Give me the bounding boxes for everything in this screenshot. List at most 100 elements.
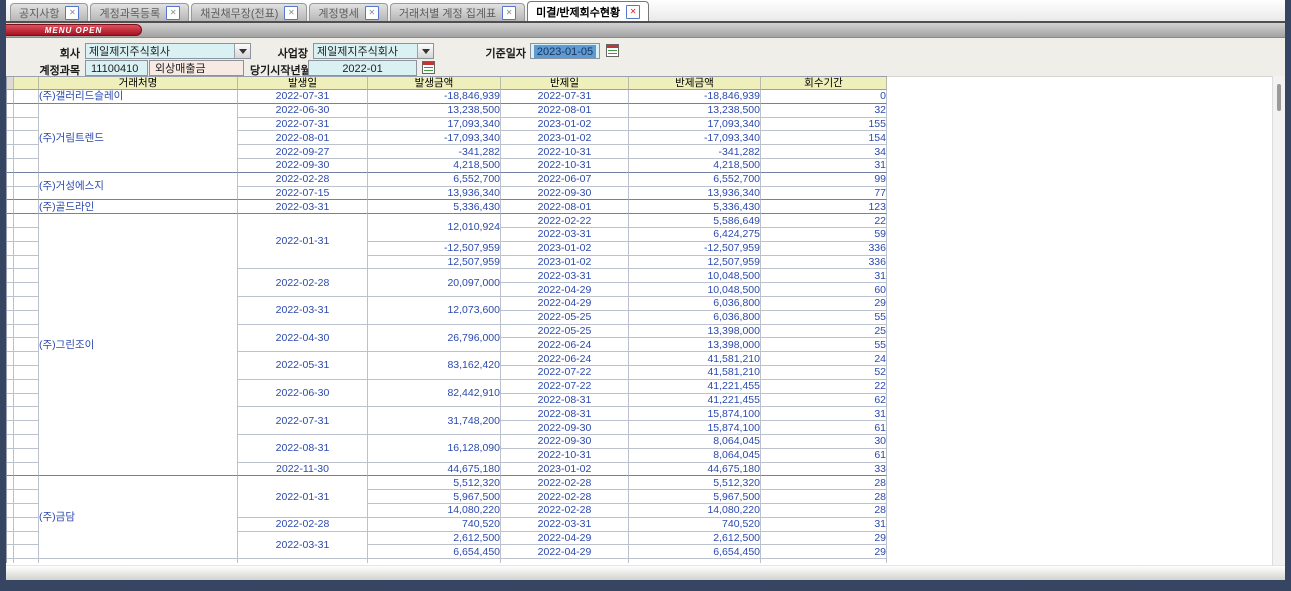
settlement-amount-cell[interactable]: 12,507,959 xyxy=(629,256,761,270)
issue-amount-cell[interactable]: 13,238,500 xyxy=(368,104,501,118)
settlement-amount-cell[interactable]: 5,512,320 xyxy=(629,476,761,490)
settlement-date-cell[interactable]: 2022-08-31 xyxy=(501,394,629,408)
row-gutter-cell[interactable] xyxy=(7,380,14,394)
row-select-cell[interactable] xyxy=(14,269,39,283)
settlement-date-cell[interactable]: 2022-04-29 xyxy=(501,297,629,311)
settlement-date-cell[interactable]: 2022-04-29 xyxy=(501,283,629,297)
row-gutter-cell[interactable] xyxy=(7,325,14,339)
customer-cell[interactable]: (주)골드라인 xyxy=(39,200,238,214)
row-gutter-cell[interactable] xyxy=(7,504,14,518)
collection-period-cell[interactable]: 154 xyxy=(761,131,887,145)
settlement-amount-cell[interactable]: 15,874,100 xyxy=(629,407,761,421)
collection-period-cell[interactable]: 52 xyxy=(761,366,887,380)
row-select-cell[interactable] xyxy=(14,559,39,563)
issue-amount-cell[interactable]: -18,846,939 xyxy=(368,90,501,104)
issue-date-cell[interactable]: 2022-07-31 xyxy=(238,90,368,104)
collection-period-cell[interactable]: 99 xyxy=(761,173,887,187)
row-gutter-cell[interactable] xyxy=(7,338,14,352)
issue-amount-cell[interactable]: 6,552,700 xyxy=(368,173,501,187)
tab-account-register[interactable]: 계정과목등록✕ xyxy=(90,3,189,21)
row-select-cell[interactable] xyxy=(14,104,39,118)
issue-date-cell[interactable]: 2022-04-30 xyxy=(238,325,368,353)
settlement-amount-cell[interactable]: 13,936,340 xyxy=(629,187,761,201)
collection-period-cell[interactable]: 55 xyxy=(761,311,887,325)
row-select-cell[interactable] xyxy=(14,159,39,173)
settlement-amount-cell[interactable]: 13,398,000 xyxy=(629,338,761,352)
row-gutter-cell[interactable] xyxy=(7,173,14,187)
row-select-cell[interactable] xyxy=(14,366,39,380)
row-select-cell[interactable] xyxy=(14,173,39,187)
issue-amount-cell[interactable]: 740,520 xyxy=(368,518,501,532)
row-select-cell[interactable] xyxy=(14,352,39,366)
collection-period-cell[interactable]: 61 xyxy=(761,421,887,435)
table-row[interactable] xyxy=(7,559,887,563)
settlement-amount-cell[interactable]: 6,654,450 xyxy=(629,545,761,559)
settlement-date-cell[interactable]: 2022-09-30 xyxy=(501,421,629,435)
issue-amount-cell[interactable]: -17,093,340 xyxy=(368,131,501,145)
collection-period-cell[interactable]: 0 xyxy=(761,90,887,104)
base-date-input[interactable]: 2023-01-05 xyxy=(530,43,600,59)
row-select-cell[interactable] xyxy=(14,407,39,421)
collection-period-cell[interactable]: 29 xyxy=(761,545,887,559)
collection-period-cell[interactable]: 31 xyxy=(761,407,887,421)
collection-period-cell[interactable]: 28 xyxy=(761,490,887,504)
settlement-date-cell[interactable]: 2022-07-31 xyxy=(501,90,629,104)
row-gutter-cell[interactable] xyxy=(7,407,14,421)
tab-ledger[interactable]: 채권채무장(전표)✕ xyxy=(191,3,307,21)
collection-period-cell[interactable]: 25 xyxy=(761,325,887,339)
settlement-amount-cell[interactable]: 41,581,210 xyxy=(629,366,761,380)
vertical-scrollbar-thumb[interactable] xyxy=(1277,84,1281,111)
issue-date-cell[interactable] xyxy=(238,559,368,563)
collection-period-cell[interactable]: 29 xyxy=(761,297,887,311)
tab-close-icon[interactable]: ✕ xyxy=(166,6,180,20)
issue-amount-cell[interactable]: 17,093,340 xyxy=(368,118,501,132)
table-row[interactable]: (주)갤러리드슬레이2022-07-31-18,846,9392022-07-3… xyxy=(7,90,887,104)
tab-close-icon[interactable]: ✕ xyxy=(284,6,298,20)
row-select-cell[interactable] xyxy=(14,214,39,228)
settlement-date-cell[interactable]: 2022-05-25 xyxy=(501,311,629,325)
settlement-date-cell[interactable]: 2023-01-02 xyxy=(501,242,629,256)
customer-cell[interactable]: (주)거림트렌드 xyxy=(39,104,238,173)
issue-date-cell[interactable]: 2022-03-31 xyxy=(238,532,368,560)
collection-period-cell[interactable]: 155 xyxy=(761,118,887,132)
row-gutter-cell[interactable] xyxy=(7,476,14,490)
row-gutter-cell[interactable] xyxy=(7,269,14,283)
collection-period-cell[interactable]: 31 xyxy=(761,269,887,283)
customer-cell[interactable]: (주)금담 xyxy=(39,476,238,559)
settlement-amount-cell[interactable]: 13,238,500 xyxy=(629,104,761,118)
settlement-date-cell[interactable]: 2022-03-31 xyxy=(501,269,629,283)
row-select-cell[interactable] xyxy=(14,421,39,435)
row-select-cell[interactable] xyxy=(14,504,39,518)
row-select-cell[interactable] xyxy=(14,187,39,201)
settlement-amount-cell[interactable]: 15,874,100 xyxy=(629,421,761,435)
settlement-amount-cell[interactable]: 10,048,500 xyxy=(629,283,761,297)
settlement-amount-cell[interactable]: -12,507,959 xyxy=(629,242,761,256)
row-select-cell[interactable] xyxy=(14,449,39,463)
issue-date-cell[interactable]: 2022-07-15 xyxy=(238,187,368,201)
settlement-date-cell[interactable]: 2022-04-29 xyxy=(501,532,629,546)
settlement-amount-cell[interactable]: 17,093,340 xyxy=(629,118,761,132)
row-gutter-cell[interactable] xyxy=(7,200,14,214)
issue-amount-cell[interactable]: 44,675,180 xyxy=(368,463,501,477)
issue-amount-cell[interactable]: 12,507,959 xyxy=(368,256,501,270)
row-select-cell[interactable] xyxy=(14,145,39,159)
settlement-amount-cell[interactable]: 4,218,500 xyxy=(629,159,761,173)
issue-amount-cell[interactable]: 5,336,430 xyxy=(368,200,501,214)
row-select-cell[interactable] xyxy=(14,200,39,214)
tab-open-settlement-status[interactable]: 미결/반제회수현황✕ xyxy=(527,1,649,21)
collection-period-cell[interactable]: 61 xyxy=(761,449,887,463)
business-place-select-arrow-icon[interactable] xyxy=(417,44,433,58)
collection-period-cell[interactable]: 59 xyxy=(761,228,887,242)
table-row[interactable]: (주)거림트렌드2022-06-3013,238,5002022-08-0113… xyxy=(7,104,887,118)
issue-amount-cell[interactable] xyxy=(368,559,501,563)
settlement-amount-cell[interactable]: 6,552,700 xyxy=(629,173,761,187)
row-gutter-cell[interactable] xyxy=(7,435,14,449)
settlement-amount-cell[interactable]: 8,064,045 xyxy=(629,435,761,449)
settlement-amount-cell[interactable]: 6,036,800 xyxy=(629,297,761,311)
base-date-calendar-icon[interactable] xyxy=(606,44,619,57)
issue-date-cell[interactable]: 2022-06-30 xyxy=(238,380,368,408)
settlement-date-cell[interactable]: 2022-09-30 xyxy=(501,435,629,449)
settlement-amount-cell[interactable]: 2,612,500 xyxy=(629,532,761,546)
row-gutter-cell[interactable] xyxy=(7,352,14,366)
row-select-cell[interactable] xyxy=(14,283,39,297)
